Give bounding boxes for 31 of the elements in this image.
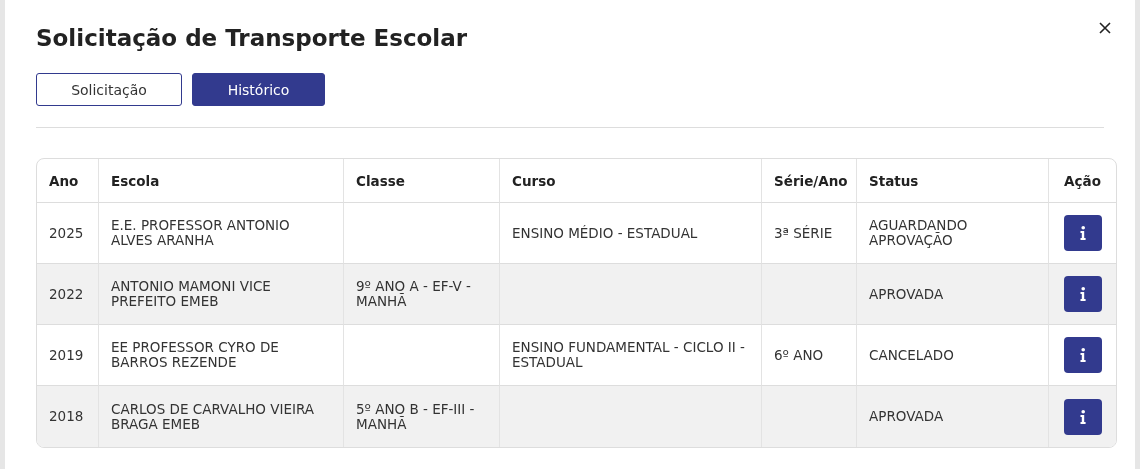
tab[interactable]: Solicitação xyxy=(36,73,182,106)
year-cell: 2022 xyxy=(49,285,84,302)
grade-cell: 3ª SÉRIE xyxy=(774,224,833,241)
info-icon xyxy=(1079,409,1086,424)
grade-cell: 6º ANO xyxy=(774,346,824,363)
status-cell: CANCELADO xyxy=(869,346,954,363)
year-cell: 2018 xyxy=(49,408,84,424)
year-cell: 2019 xyxy=(49,346,84,363)
status-cell: AGUARDANDO APROVAÇÃO xyxy=(869,217,968,248)
tab[interactable]: Histórico xyxy=(192,73,325,106)
school-cell: EE PROFESSOR CYRO DE BARROS REZENDE xyxy=(111,339,279,370)
info-button[interactable] xyxy=(1063,215,1102,251)
course-cell: ENSINO FUNDAMENTAL - CICLO II - ESTADUAL xyxy=(512,339,745,370)
school-cell: ANTONIO MAMONI VICE PREFEITO EMEB xyxy=(111,278,271,309)
year-cell: 2025 xyxy=(49,224,84,241)
dialog-title: Solicitação de Transporte Escolar xyxy=(36,24,469,53)
status-cell: APROVADA xyxy=(869,285,944,302)
info-icon xyxy=(1079,287,1086,301)
info-button[interactable] xyxy=(1063,337,1102,373)
class-cell: 9º ANO A - EF-V - MANHÃ xyxy=(356,278,471,309)
info-icon xyxy=(1079,348,1086,362)
class-cell: 5º ANO B - EF-III - MANHÃ xyxy=(356,400,475,432)
school-cell: CARLOS DE CARVALHO VIEIRA BRAGA EMEB xyxy=(111,400,315,432)
course-cell: ENSINO MÉDIO - ESTADUAL xyxy=(512,224,698,241)
school-cell: E.E. PROFESSOR ANTONIO ALVES ARANHA xyxy=(111,217,290,248)
close-icon xyxy=(1099,22,1111,34)
info-button[interactable] xyxy=(1063,398,1102,435)
info-icon xyxy=(1079,226,1086,240)
close-button[interactable] xyxy=(1097,20,1113,36)
info-button[interactable] xyxy=(1063,276,1102,312)
status-cell: APROVADA xyxy=(869,408,944,424)
